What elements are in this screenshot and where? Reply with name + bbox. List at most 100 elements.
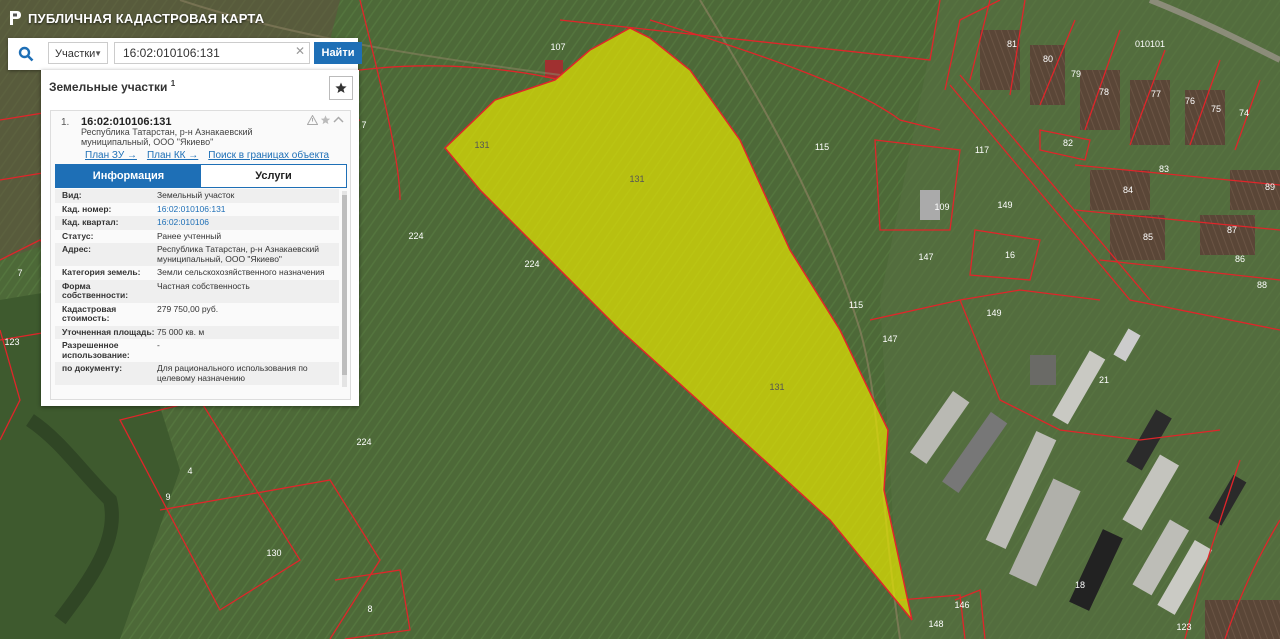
panel-title-text: Земельные участки bbox=[49, 80, 168, 94]
plan-zu-link[interactable]: План ЗУ → bbox=[85, 150, 137, 161]
attribute-value: 279 750,00 руб. bbox=[157, 303, 219, 314]
item-number: 1. bbox=[61, 117, 70, 128]
attribute-row: Кад. квартал: 16:02:010106 bbox=[55, 216, 339, 230]
object-type-select[interactable]: Участки ▼ bbox=[48, 42, 108, 64]
attribute-key: Разрешенное использование: bbox=[62, 340, 130, 360]
attribute-value: 75 000 кв. м bbox=[157, 326, 205, 337]
attribute-value[interactable]: 16:02:010106 bbox=[157, 217, 339, 228]
attribute-row: Категория земель: Земли сельскохозяйствен… bbox=[55, 266, 339, 280]
parcel-number-label: 80 bbox=[1043, 54, 1053, 64]
parcel-number-label: 146 bbox=[954, 600, 969, 610]
tab-information[interactable]: Информация bbox=[56, 165, 201, 187]
attribute-value: Ранее учтенный bbox=[157, 230, 222, 241]
attribute-key: Категория земель: bbox=[62, 267, 141, 277]
parcel-number-label: 89 bbox=[1265, 182, 1275, 192]
parcel-number-label: 88 bbox=[1257, 280, 1267, 290]
parcel-number-label: 224 bbox=[356, 437, 371, 447]
star-icon[interactable] bbox=[320, 115, 331, 125]
parcel-number-label: 74 bbox=[1239, 108, 1249, 118]
parcel-number-label: 147 bbox=[918, 252, 933, 262]
attribute-row: по документу: Для рационального использов… bbox=[55, 362, 339, 385]
logo-icon bbox=[10, 11, 21, 25]
parcel-number-label: 7 bbox=[17, 268, 22, 278]
parcel-number-label: 149 bbox=[997, 200, 1012, 210]
parcel-number-label: 83 bbox=[1159, 164, 1169, 174]
parcel-number-label: 148 bbox=[928, 619, 943, 629]
parcel-number-label: 86 bbox=[1235, 254, 1245, 264]
parcel-number-label: 78 bbox=[1099, 87, 1109, 97]
result-card: 1. 16:02:010106:131 Республика Татарстан… bbox=[50, 110, 351, 400]
attribute-key: по документу: bbox=[62, 363, 123, 373]
scrollbar[interactable] bbox=[342, 191, 347, 387]
plan-kk-link[interactable]: План КК → bbox=[147, 150, 198, 161]
parcel-number-label: 76 bbox=[1185, 96, 1195, 106]
parcel-number-label: 85 bbox=[1143, 232, 1153, 242]
parcel-number-label: 131 bbox=[629, 174, 644, 184]
parcel-number-label: 131 bbox=[474, 140, 489, 150]
attribute-value: Земельный участок bbox=[157, 190, 235, 200]
parcel-number-label: 7 bbox=[361, 120, 366, 130]
parcel-number-label: 75 bbox=[1211, 104, 1221, 114]
parcel-number-label: 123 bbox=[1176, 622, 1191, 632]
chevron-down-icon: ▼ bbox=[94, 49, 102, 58]
attribute-row: Кад. номер: 16:02:010106:131 bbox=[55, 203, 339, 217]
parcel-number-label: 87 bbox=[1227, 225, 1237, 235]
brand[interactable]: ПУБЛИЧНАЯ КАДАСТРОВАЯ КАРТА bbox=[8, 10, 264, 26]
tab-services[interactable]: Услуги bbox=[201, 165, 346, 187]
search-icon[interactable] bbox=[8, 38, 44, 70]
attribute-row: Форма собственности: Частная собственност… bbox=[55, 279, 339, 303]
scrollbar-thumb[interactable] bbox=[342, 195, 347, 375]
attribute-key: Адрес: bbox=[62, 244, 91, 254]
attribute-row: Адрес: Республика Татарстан, р-н Азнакаев… bbox=[55, 243, 339, 266]
parcel-address: Республика Татарстан, р-н Азнакаевский м… bbox=[81, 127, 253, 147]
parcel-number-label: 18 bbox=[1075, 580, 1085, 590]
parcel-number-label: 147 bbox=[882, 334, 897, 344]
attribute-value: Частная собственность bbox=[157, 280, 250, 291]
attribute-row: Уточненная площадь: 75 000 кв. м bbox=[55, 325, 339, 339]
parcel-number-label: 115 bbox=[815, 142, 829, 152]
attribute-key: Кад. номер: bbox=[62, 203, 112, 214]
search-bar: Участки ▼ ✕ Найти bbox=[8, 38, 362, 70]
parcel-number-label: 107 bbox=[550, 42, 565, 52]
attribute-value: Для рационального использования по целев… bbox=[157, 363, 308, 383]
attributes-table: Вид: Земельный участок Кад. номер: 16:02:01… bbox=[55, 189, 339, 395]
attribute-value: Земли сельскохозяйственного назначения bbox=[157, 267, 325, 277]
parcel-number-label: 010101 bbox=[1135, 39, 1165, 49]
parcel-number-label: 115 bbox=[849, 300, 863, 310]
parcel-number-label: 9 bbox=[165, 492, 170, 502]
parcel-number-label: 131 bbox=[769, 382, 784, 392]
attribute-key: Уточненная площадь: bbox=[62, 326, 155, 337]
parcel-number-label: 149 bbox=[986, 308, 1001, 318]
parcel-number-label: 79 bbox=[1071, 69, 1081, 79]
favorite-button[interactable] bbox=[329, 76, 353, 100]
warning-icon[interactable] bbox=[307, 115, 318, 125]
attribute-value: Республика Татарстан, р-н Азнакаевский м… bbox=[157, 244, 320, 264]
attribute-value[interactable]: 16:02:010106:131 bbox=[157, 204, 339, 215]
object-type-label: Участки bbox=[55, 48, 96, 60]
parcel-number-label: 82 bbox=[1063, 138, 1073, 148]
panel-title: Земельные участки 1 bbox=[49, 79, 175, 94]
attribute-row: Разрешенное использование: - bbox=[55, 339, 339, 362]
parcel-number-label: 117 bbox=[975, 145, 989, 155]
parcel-number-label: 16 bbox=[1005, 250, 1015, 260]
top-bar: ПУБЛИЧНАЯ КАДАСТРОВАЯ КАРТА bbox=[0, 0, 1280, 36]
parcel-number-label: 224 bbox=[408, 231, 423, 241]
info-tabs: Информация Услуги bbox=[55, 164, 347, 188]
parcel-number-label: 84 bbox=[1123, 185, 1133, 195]
parcel-number-label: 224 bbox=[524, 259, 539, 269]
results-panel: Земельные участки 1 1. 16:02:010106:131 … bbox=[41, 70, 359, 406]
attribute-key: Кад. квартал: bbox=[62, 217, 119, 227]
chevron-up-icon[interactable] bbox=[333, 115, 344, 125]
parcel-number-label: 4 bbox=[187, 466, 192, 476]
attribute-row: Вид: Земельный участок bbox=[55, 189, 339, 203]
parcel-number-label: 109 bbox=[934, 202, 949, 212]
find-button[interactable]: Найти bbox=[314, 42, 362, 64]
clear-icon[interactable]: ✕ bbox=[295, 44, 305, 58]
attribute-row: Кадастровая стоимость: 279 750,00 руб. bbox=[55, 303, 339, 326]
attribute-key: Форма собственности: bbox=[62, 280, 129, 300]
search-input[interactable] bbox=[114, 42, 310, 64]
parcel-number-label: 81 bbox=[1007, 39, 1017, 49]
parcel-number-label: 130 bbox=[266, 548, 281, 558]
card-tools bbox=[307, 115, 344, 125]
parcel-number-label: 21 bbox=[1099, 375, 1109, 385]
